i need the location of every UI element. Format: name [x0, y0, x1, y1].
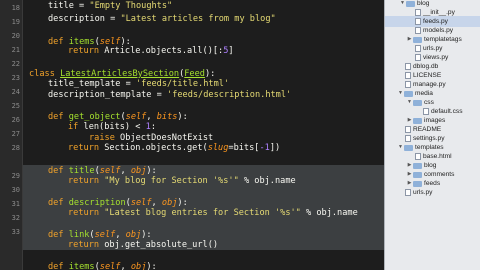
code-line[interactable]: return "My blog for Section '%s'" % obj.…	[68, 174, 296, 188]
file-icon	[405, 81, 411, 88]
file-icon	[405, 189, 411, 196]
folder-icon	[413, 162, 422, 169]
line-number: 27	[11, 130, 20, 138]
project-file-tree[interactable]: ▼ blog __init__.py feeds.py models.py ▶ te…	[384, 0, 480, 270]
expanded-arrow-icon[interactable]: ▼	[399, 0, 406, 9]
line-number: 26	[11, 116, 20, 124]
line-number: 20	[11, 32, 20, 40]
file-icon	[415, 9, 421, 16]
code-line[interactable]: return "Latest blog entries for Section …	[68, 206, 358, 220]
line-number: 23	[11, 74, 20, 82]
folder-icon	[404, 90, 413, 97]
line-number: 29	[11, 172, 20, 180]
code-line[interactable]: description = "Latest articles from my b…	[48, 12, 276, 26]
folder-icon	[413, 117, 422, 124]
line-number: 31	[11, 200, 20, 208]
line-number: 19	[11, 18, 20, 26]
folder-icon	[413, 171, 422, 178]
folder-icon	[404, 144, 413, 151]
line-number: 30	[11, 186, 20, 194]
line-number-gutter: 18 19 20 21 22 23 24 25 26 27 28 29 30 3…	[0, 0, 23, 270]
expanded-arrow-icon[interactable]: ▼	[406, 97, 413, 108]
line-number: 21	[11, 46, 20, 54]
line-number: 24	[11, 88, 20, 96]
line-number: 33	[11, 228, 20, 236]
code-line[interactable]: def items(self, obj):	[48, 260, 157, 270]
tree-item-file[interactable]: urls.py	[405, 187, 432, 198]
line-number: 18	[11, 4, 20, 12]
file-icon	[415, 27, 421, 34]
folder-icon	[406, 0, 415, 7]
file-icon	[415, 54, 421, 61]
file-icon	[405, 63, 411, 70]
file-icon	[415, 45, 421, 52]
line-number: 32	[11, 214, 20, 222]
folder-icon	[413, 180, 422, 187]
expanded-arrow-icon[interactable]: ▼	[397, 88, 404, 99]
line-number: 22	[11, 60, 20, 68]
expanded-arrow-icon[interactable]: ▼	[397, 142, 404, 153]
collapsed-arrow-icon[interactable]: ▶	[406, 34, 413, 45]
code-line[interactable]: return obj.get_absolute_url()	[68, 238, 218, 252]
file-icon	[405, 126, 411, 133]
file-icon	[405, 72, 411, 79]
file-icon	[415, 18, 421, 25]
file-icon	[415, 153, 421, 160]
folder-icon	[413, 36, 422, 43]
line-number: 28	[11, 144, 20, 152]
code-line[interactable]: description_template = 'feeds/descriptio…	[48, 88, 291, 102]
code-editor[interactable]: 18 19 20 21 22 23 24 25 26 27 28 29 30 3…	[0, 0, 384, 270]
line-number: 25	[11, 102, 20, 110]
code-line[interactable]: return Article.objects.all()[:5]	[68, 44, 234, 58]
code-line[interactable]: return Section.objects.get(slug=bits[-1]…	[68, 141, 280, 155]
file-icon	[405, 135, 411, 142]
folder-icon	[413, 99, 422, 106]
file-icon	[423, 108, 429, 115]
